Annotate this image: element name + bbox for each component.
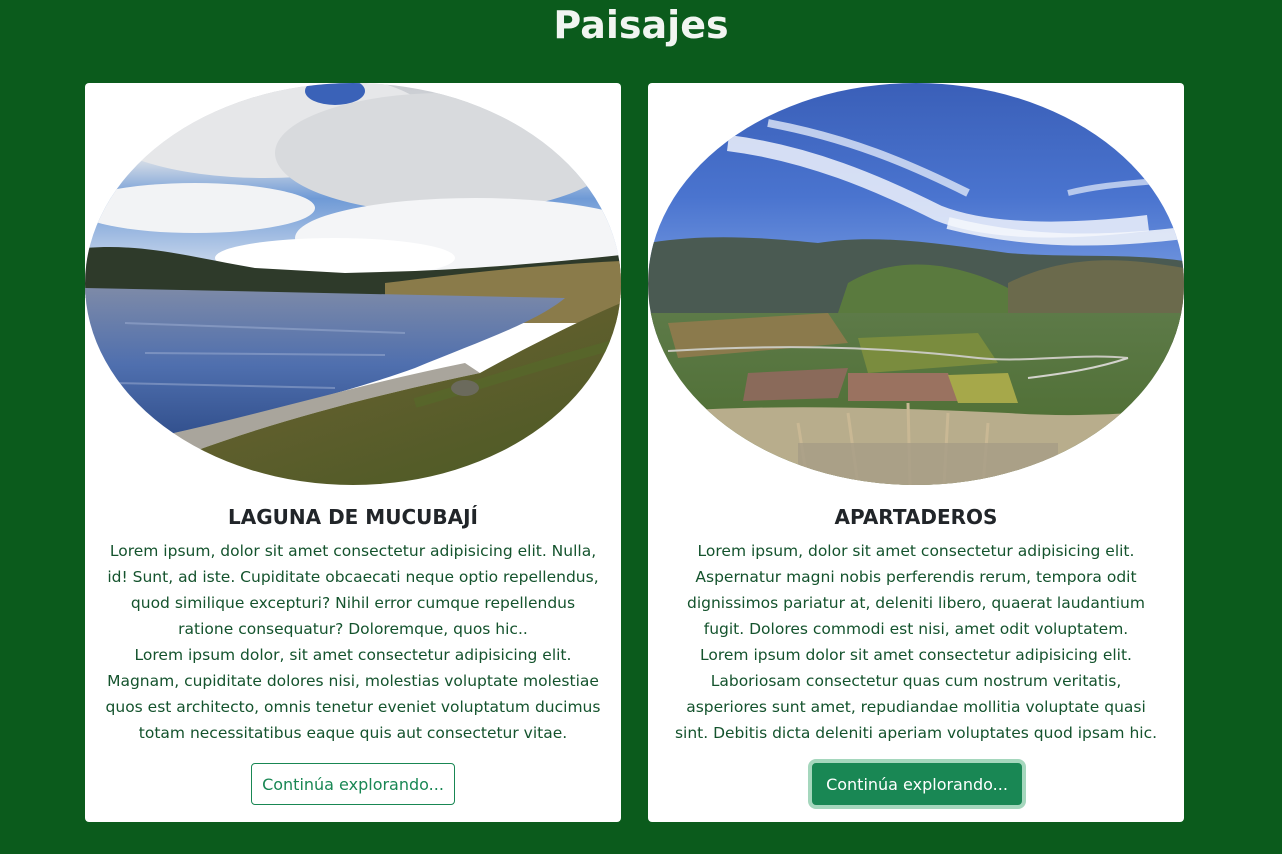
- lake-landscape-photo: [85, 83, 621, 485]
- card-paragraph: Lorem ipsum dolor, sit amet consectetur …: [105, 646, 601, 742]
- card-paragraph: Lorem ipsum dolor sit amet consectetur a…: [674, 646, 1158, 742]
- card-laguna-de-mucubaji: LAGUNA DE MUCUBAJÍ Lorem ipsum, dolor si…: [85, 83, 621, 822]
- card-apartaderos: APARTADEROS Lorem ipsum, dolor sit amet …: [648, 83, 1184, 822]
- card-description: Lorem ipsum, dolor sit amet consectetur …: [668, 538, 1164, 746]
- card-paragraph: Lorem ipsum, dolor sit amet consectetur …: [687, 542, 1145, 638]
- card-title: LAGUNA DE MUCUBAJÍ: [228, 505, 478, 529]
- mountain-valley-photo: [648, 83, 1184, 485]
- card-description: Lorem ipsum, dolor sit amet consectetur …: [105, 538, 601, 746]
- card-title: APARTADEROS: [834, 505, 998, 529]
- card-paragraph: Lorem ipsum, dolor sit amet consectetur …: [107, 542, 599, 638]
- explore-button[interactable]: Continúa explorando...: [251, 763, 455, 805]
- page-title: Paisajes: [553, 3, 729, 47]
- explore-button[interactable]: Continúa explorando...: [812, 763, 1022, 805]
